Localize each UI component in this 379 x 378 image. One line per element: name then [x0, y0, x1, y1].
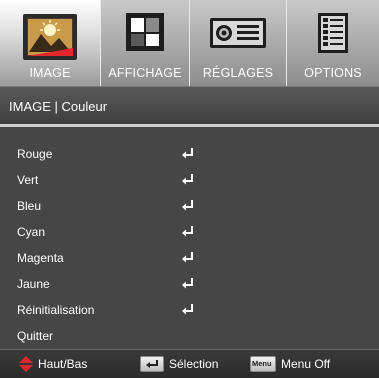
- menu-item-label: Cyan: [17, 225, 46, 239]
- menu-item-cyan[interactable]: Cyan: [0, 219, 379, 245]
- tab-bar: IMAGE AFFICHAGE RÉGLAGES OPTIONS: [0, 0, 379, 86]
- menu-item-magenta[interactable]: Magenta: [0, 245, 379, 271]
- display-icon: [125, 12, 165, 57]
- menu-item-vert[interactable]: Vert: [0, 167, 379, 193]
- menu-item-label: Réinitialisation: [17, 303, 95, 317]
- enter-icon: [181, 277, 195, 291]
- menu-key-icon: Menu: [250, 356, 276, 372]
- enter-icon: [181, 173, 195, 187]
- hint-select-label: Sélection: [169, 357, 219, 371]
- enter-icon: [181, 147, 195, 161]
- enter-icon: [181, 303, 195, 317]
- page-title: IMAGE | Couleur: [9, 99, 108, 114]
- enter-icon: [181, 251, 195, 265]
- menu-item-label: Magenta: [17, 251, 64, 265]
- menu-item-bleu[interactable]: Bleu: [0, 193, 379, 219]
- menu-item-label: Rouge: [17, 147, 53, 161]
- menu-item-label: Vert: [17, 173, 39, 187]
- menu-item-label: Bleu: [17, 199, 42, 213]
- menu-item-jaune[interactable]: Jaune: [0, 271, 379, 297]
- menu-key-label: Menu: [252, 359, 272, 368]
- tab-image[interactable]: IMAGE: [0, 0, 101, 86]
- hint-menu-off-label: Menu Off: [281, 357, 331, 371]
- menu-item-reinitialisation[interactable]: Réinitialisation: [0, 297, 379, 323]
- osd-menu: IMAGE AFFICHAGE RÉGLAGES OPTIONS IMAGE |…: [0, 0, 379, 378]
- tab-affichage[interactable]: AFFICHAGE: [101, 0, 190, 86]
- enter-key-icon: [140, 356, 164, 372]
- tab-options[interactable]: OPTIONS: [287, 0, 379, 86]
- menu-item-label: Jaune: [17, 277, 50, 291]
- tab-label-options: OPTIONS: [304, 66, 362, 80]
- enter-icon: [181, 199, 195, 213]
- menu-item-quitter[interactable]: Quitter: [0, 323, 379, 349]
- footer-hints: Haut/Bas Sélection Menu Menu Off: [0, 349, 379, 378]
- hint-menu-off: Menu Menu Off: [250, 356, 370, 372]
- section-header: IMAGE | Couleur: [0, 86, 379, 125]
- menu-item-label: Quitter: [17, 329, 54, 343]
- tab-reglages[interactable]: RÉGLAGES: [190, 0, 287, 86]
- enter-icon: [181, 225, 195, 239]
- hint-select: Sélection: [140, 356, 240, 372]
- tab-label-image: IMAGE: [29, 66, 71, 80]
- menu-item-rouge[interactable]: Rouge: [0, 141, 379, 167]
- image-icon: [21, 12, 79, 67]
- projector-icon: [209, 16, 267, 55]
- tab-label-reglages: RÉGLAGES: [202, 66, 274, 80]
- hint-up-down-label: Haut/Bas: [38, 357, 88, 371]
- tab-label-affichage: AFFICHAGE: [108, 66, 182, 80]
- options-icon: [317, 12, 349, 59]
- menu-list: Rouge Vert Bleu Cyan Magenta Jaune Réini…: [0, 127, 379, 349]
- up-down-arrows-icon: [18, 356, 34, 375]
- hint-up-down: Haut/Bas: [18, 356, 108, 372]
